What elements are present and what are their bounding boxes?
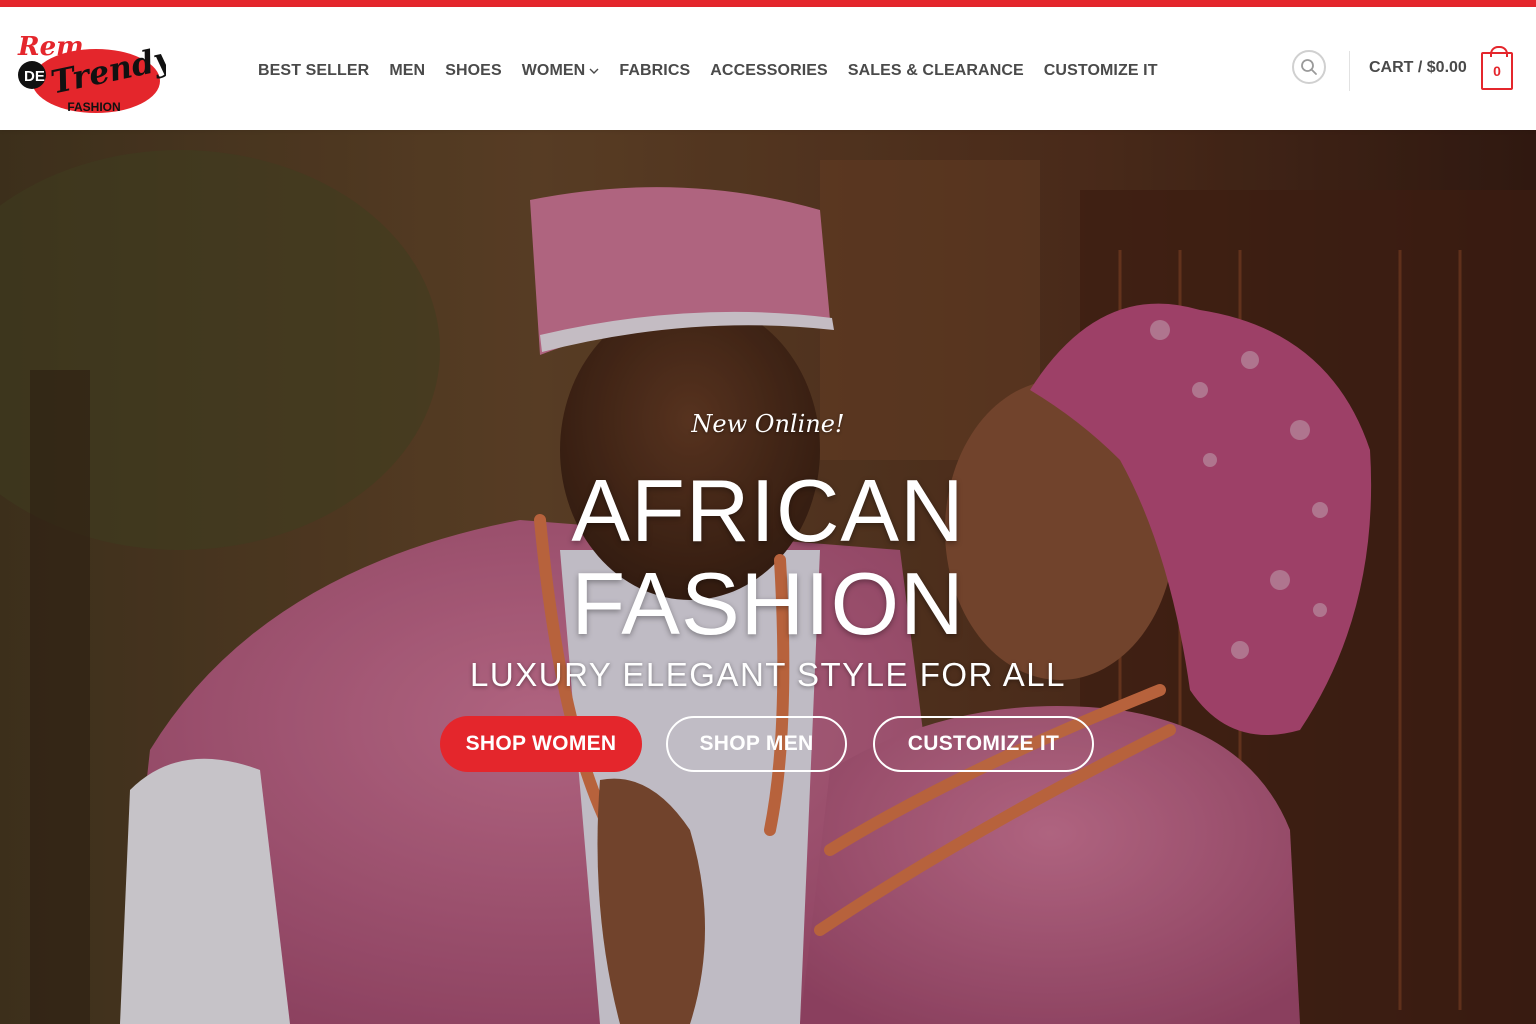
nav-item-accessories[interactable]: ACCESSORIES bbox=[710, 62, 828, 80]
hero-headline-line1: AFRICAN bbox=[571, 461, 965, 560]
nav-item-women[interactable]: WOMEN bbox=[522, 62, 600, 80]
logo-graphic: DE Rem Trendy FASHION bbox=[17, 32, 178, 114]
search-button[interactable] bbox=[1292, 50, 1326, 84]
site-logo[interactable]: DE Rem Trendy FASHION bbox=[14, 21, 178, 117]
nav-label: FABRICS bbox=[619, 62, 691, 79]
hero-headline-line2: FASHION bbox=[571, 554, 965, 653]
shop-women-button[interactable]: SHOP WOMEN bbox=[440, 716, 642, 772]
nav-label: CUSTOMIZE IT bbox=[1043, 62, 1158, 79]
nav-item-customize-it[interactable]: CUSTOMIZE IT bbox=[1044, 62, 1158, 80]
search-icon bbox=[1301, 59, 1317, 75]
nav-item-sales-clearance[interactable]: SALES & CLEARANCE bbox=[848, 62, 1024, 80]
nav-label: BEST SELLER bbox=[258, 62, 370, 79]
hero-banner: New Online! AFRICAN FASHION LUXURY ELEGA… bbox=[0, 130, 1536, 1024]
nav-label: SALES & CLEARANCE bbox=[847, 62, 1024, 79]
nav-item-fabrics[interactable]: FABRICS bbox=[619, 62, 690, 80]
top-accent-bar bbox=[0, 0, 1536, 7]
svg-text:DE: DE bbox=[24, 68, 45, 85]
header-divider bbox=[1349, 51, 1350, 91]
hero-tagline: New Online! bbox=[691, 410, 845, 438]
nav-label: ACCESSORIES bbox=[710, 62, 828, 79]
site-header: DE Rem Trendy FASHION BEST SELLER MEN SH… bbox=[0, 7, 1536, 130]
shop-men-button[interactable]: SHOP MEN bbox=[666, 716, 847, 772]
cart-link[interactable]: CART / $0.00 bbox=[1369, 59, 1467, 77]
nav-label: WOMEN bbox=[521, 62, 586, 79]
nav-item-shoes[interactable]: SHOES bbox=[445, 62, 502, 80]
cart-label: CART / $0.00 bbox=[1369, 59, 1467, 76]
svg-text:FASHION: FASHION bbox=[67, 100, 120, 114]
chevron-down-icon bbox=[589, 68, 599, 75]
cart-count: 0 bbox=[1493, 63, 1501, 79]
main-nav: BEST SELLER MEN SHOES WOMEN FABRICS ACCE… bbox=[258, 59, 1178, 83]
svg-text:Rem: Rem bbox=[17, 32, 84, 62]
nav-item-men[interactable]: MEN bbox=[389, 62, 425, 80]
hero-content: New Online! AFRICAN FASHION LUXURY ELEGA… bbox=[0, 130, 1536, 1024]
nav-label: MEN bbox=[389, 62, 426, 79]
nav-label: SHOES bbox=[445, 62, 502, 79]
hero-subline: LUXURY ELEGANT STYLE FOR ALL bbox=[470, 656, 1066, 693]
cart-bag-icon[interactable]: 0 bbox=[1481, 46, 1513, 90]
customize-it-button[interactable]: CUSTOMIZE IT bbox=[873, 716, 1094, 772]
nav-item-best-seller[interactable]: BEST SELLER bbox=[258, 62, 369, 80]
